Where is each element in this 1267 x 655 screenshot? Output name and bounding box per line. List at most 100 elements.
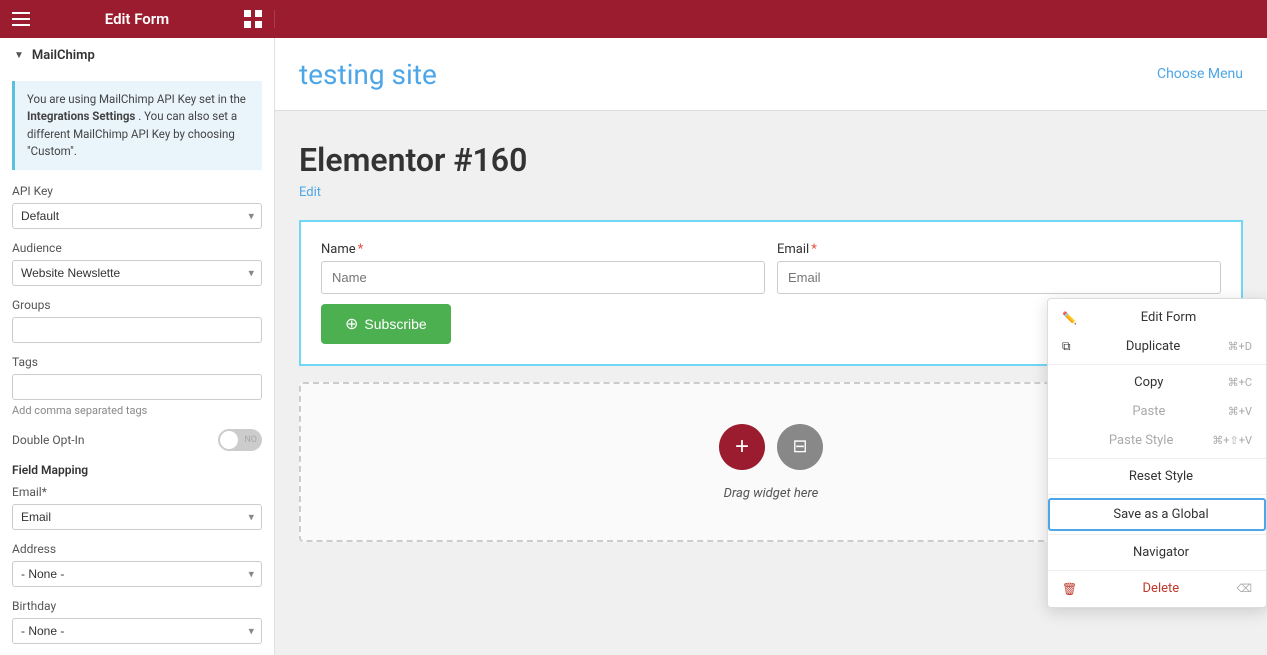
mailchimp-label: MailChimp — [32, 48, 95, 63]
collapse-arrow-icon: ▼ — [14, 50, 24, 61]
name-input[interactable] — [321, 261, 765, 294]
grid-icon[interactable] — [244, 10, 262, 28]
top-bar: Edit Form — [0, 0, 1267, 38]
sidebar-form: API Key Default Audience Website Newslet… — [0, 178, 274, 655]
double-opt-in-toggle[interactable]: NO — [218, 429, 262, 451]
ctx-duplicate[interactable]: ⧉ Duplicate ⌘+D — [1048, 332, 1266, 361]
ctx-reset-style-label: Reset Style — [1129, 469, 1193, 484]
double-opt-in-row: Double Opt-In NO — [12, 429, 262, 451]
ctx-paste-style: Paste Style ⌘+⇧+V — [1048, 426, 1266, 455]
toggle-knob — [220, 431, 238, 449]
site-title: testing site — [299, 58, 437, 91]
info-box: You are using MailChimp API Key set in t… — [12, 81, 262, 170]
ctx-navigator-label: Navigator — [1133, 545, 1189, 560]
audience-row: Audience Website Newslette — [12, 241, 262, 286]
field-mapping-label: Field Mapping — [12, 463, 262, 477]
api-key-row: API Key Default — [12, 184, 262, 229]
api-key-select[interactable]: Default — [12, 203, 262, 229]
ctx-divider-4 — [1048, 534, 1266, 535]
context-menu: ✏️ Edit Form ⧉ Duplicate ⌘+D Copy ⌘+C Pa… — [1047, 298, 1267, 608]
ctx-paste-label: Paste — [1132, 404, 1165, 419]
email-mapping-select-wrapper: Email — [12, 504, 262, 530]
ctx-edit-form-icon: ✏️ — [1062, 311, 1077, 325]
groups-label: Groups — [12, 298, 262, 312]
birthday-mapping-label: Birthday — [12, 599, 262, 613]
subscribe-button[interactable]: ⊕ Subscribe — [321, 304, 451, 344]
hamburger-icon[interactable] — [12, 10, 30, 28]
form-fields-row: Name* Email* — [321, 242, 1221, 294]
double-opt-in-label: Double Opt-In — [12, 433, 84, 447]
ctx-delete[interactable]: 🗑 Delete ⌫ — [1048, 574, 1266, 603]
address-mapping-label: Address — [12, 542, 262, 556]
ctx-edit-form-label: Edit Form — [1141, 310, 1197, 325]
tags-hint: Add comma separated tags — [12, 404, 262, 417]
tags-input[interactable] — [12, 374, 262, 400]
ctx-save-global[interactable]: Save as a Global — [1048, 498, 1266, 531]
ctx-divider-5 — [1048, 570, 1266, 571]
ctx-delete-icon: 🗑 — [1062, 582, 1077, 596]
tags-row: Tags Add comma separated tags — [12, 355, 262, 417]
ctx-divider-1 — [1048, 364, 1266, 365]
groups-input[interactable] — [12, 317, 262, 343]
edit-form-title: Edit Form — [105, 10, 169, 28]
main-layout: ▼ MailChimp You are using MailChimp API … — [0, 38, 1267, 655]
mailchimp-section-header[interactable]: ▼ MailChimp — [0, 38, 274, 73]
ctx-copy-shortcut: ⌘+C — [1228, 376, 1252, 389]
name-field-label: Name* — [321, 242, 765, 257]
tags-label: Tags — [12, 355, 262, 369]
email-mapping-select[interactable]: Email — [12, 504, 262, 530]
audience-select[interactable]: Website Newslette — [12, 260, 262, 286]
ctx-navigator[interactable]: Navigator — [1048, 538, 1266, 567]
ctx-delete-shortcut: ⌫ — [1236, 582, 1252, 595]
name-required: * — [358, 242, 364, 257]
ctx-edit-form[interactable]: ✏️ Edit Form — [1048, 303, 1266, 332]
groups-row: Groups — [12, 298, 262, 343]
audience-select-wrapper: Website Newslette — [12, 260, 262, 286]
layout-button[interactable]: ⊟ — [777, 424, 823, 470]
top-bar-left: Edit Form — [0, 10, 275, 28]
drag-btn-group: + ⊟ — [719, 424, 823, 470]
name-field: Name* — [321, 242, 765, 294]
ctx-divider-2 — [1048, 458, 1266, 459]
info-link: Integrations Settings — [27, 109, 135, 123]
email-required: * — [811, 242, 817, 257]
toggle-no-label: NO — [244, 435, 257, 445]
ctx-copy-label: Copy — [1134, 375, 1163, 390]
edit-link[interactable]: Edit — [299, 185, 1243, 200]
email-mapping-label: Email* — [12, 485, 262, 499]
ctx-divider-3 — [1048, 494, 1266, 495]
ctx-paste-style-shortcut: ⌘+⇧+V — [1212, 434, 1252, 447]
info-text-1: You are using MailChimp API Key set in t… — [27, 92, 246, 106]
email-field-label: Email* — [777, 242, 1221, 257]
drag-widget-text: Drag widget here — [724, 486, 819, 501]
canvas-area: testing site Choose Menu Elementor #160 … — [275, 38, 1267, 655]
address-mapping-select-wrapper: - None - — [12, 561, 262, 587]
subscribe-icon: ⊕ — [345, 314, 358, 334]
ctx-delete-label: Delete — [1143, 581, 1180, 596]
birthday-mapping-select[interactable]: - None - — [12, 618, 262, 644]
audience-label: Audience — [12, 241, 262, 255]
page-title: Elementor #160 — [299, 141, 1243, 179]
ctx-copy[interactable]: Copy ⌘+C — [1048, 368, 1266, 397]
sidebar: ▼ MailChimp You are using MailChimp API … — [0, 38, 275, 655]
ctx-duplicate-shortcut: ⌘+D — [1228, 340, 1252, 353]
ctx-paste-shortcut: ⌘+V — [1228, 405, 1252, 418]
address-mapping-row: Address - None - — [12, 542, 262, 587]
subscribe-label: Subscribe — [364, 316, 426, 332]
email-field: Email* — [777, 242, 1221, 294]
email-mapping-row: Email* Email — [12, 485, 262, 530]
ctx-paste-style-label: Paste Style — [1109, 433, 1173, 448]
api-key-label: API Key — [12, 184, 262, 198]
ctx-paste: Paste ⌘+V — [1048, 397, 1266, 426]
email-input[interactable] — [777, 261, 1221, 294]
api-key-select-wrapper: Default — [12, 203, 262, 229]
canvas-top-bar: testing site Choose Menu — [275, 38, 1267, 111]
add-widget-button[interactable]: + — [719, 424, 765, 470]
ctx-save-global-label: Save as a Global — [1113, 507, 1208, 522]
birthday-mapping-row: Birthday - None - — [12, 599, 262, 644]
ctx-duplicate-label: Duplicate — [1126, 339, 1180, 354]
ctx-reset-style[interactable]: Reset Style — [1048, 462, 1266, 491]
ctx-duplicate-icon: ⧉ — [1062, 339, 1071, 354]
choose-menu-button[interactable]: Choose Menu — [1157, 66, 1243, 82]
address-mapping-select[interactable]: - None - — [12, 561, 262, 587]
